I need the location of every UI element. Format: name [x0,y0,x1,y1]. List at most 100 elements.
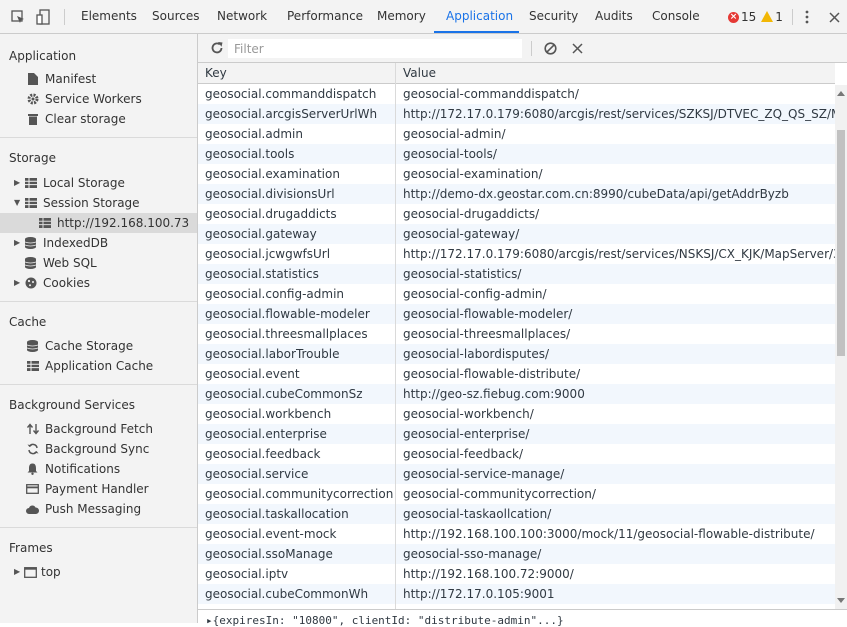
value-cell[interactable]: geosocial-admin/ [396,124,835,144]
key-cell[interactable]: geosocial.arcgisServerUrlWh [198,104,395,124]
table-row[interactable]: geosocial.iptv http://192.168.100.72:9000… [198,564,835,584]
table-row[interactable]: geosocial.cubeCommonSz http://geo-sz.fieb… [198,384,835,404]
key-cell[interactable]: geosocial.commanddispatch [198,84,395,104]
close-devtools-icon[interactable] [825,8,843,26]
scroll-down-arrow-icon[interactable] [837,598,845,603]
issues-counter[interactable]: × 15 1 [728,9,783,25]
value-cell[interactable]: geosocial-enterprise/ [396,424,835,444]
expand-arrow-icon[interactable]: ▶ [14,562,24,582]
table-row[interactable]: geosocial.communitycorrection geosocial-c… [198,484,835,504]
sidebar-item-background-sync[interactable]: Background Sync [26,439,149,459]
key-cell[interactable]: geosocial.feedback [198,444,395,464]
key-cell[interactable]: geosocial.tools [198,144,395,164]
value-cell[interactable]: geosocial-flowable-modeler/ [396,304,835,324]
column-header-value[interactable]: Value [396,63,835,84]
table-row[interactable]: geosocial.drugaddicts geosocial-drugaddic… [198,204,835,224]
key-cell[interactable]: geosocial.cubeCommonWh [198,584,395,604]
value-cell[interactable]: geosocial-drugaddicts/ [396,204,835,224]
table-row[interactable]: geosocial.jcwgwfsUrl http://172.17.0.179:… [198,244,835,264]
key-cell[interactable]: geosocial.gateway [198,224,395,244]
value-cell[interactable]: geosocial-config-admin/ [396,284,835,304]
value-cell[interactable]: geosocial-threesmallplaces/ [396,324,835,344]
key-cell[interactable]: geosocial.ssoManage [198,544,395,564]
table-row[interactable]: geosocial.arcgisServerUrlWh http://172.17… [198,104,835,124]
sidebar-item-push-messaging[interactable]: Push Messaging [26,499,141,519]
collapse-arrow-icon[interactable]: ▼ [14,193,24,213]
table-row[interactable]: geosocial.examination geosocial-examinati… [198,164,835,184]
value-cell[interactable]: geosocial-workbench/ [396,404,835,424]
table-row[interactable]: geosocial.event-mock http://192.168.100.1… [198,524,835,544]
key-cell[interactable]: geosocial.threesmallplaces [198,324,395,344]
sidebar-item-cache-storage[interactable]: Cache Storage [26,336,133,356]
value-cell[interactable]: geosocial-commanddispatch/ [396,84,835,104]
scroll-thumb[interactable] [837,130,845,356]
key-cell[interactable]: geosocial.flowable-modeler [198,304,395,324]
sidebar-item-background-fetch[interactable]: Background Fetch [26,419,153,439]
value-cell[interactable]: geosocial-labordisputes/ [396,344,835,364]
value-cell[interactable]: http://192.168.100.72:9000/ [396,564,835,584]
sidebar-item-application-cache[interactable]: Application Cache [26,356,153,376]
value-cell[interactable]: geosocial-statistics/ [396,264,835,284]
sidebar-item-manifest[interactable]: Manifest [26,69,96,89]
expand-arrow-icon[interactable]: ▶ [14,233,24,253]
expand-arrow-icon[interactable]: ▶ [14,173,24,193]
table-row[interactable]: geosocial.commanddispatch geosocial-comma… [198,84,835,104]
key-cell[interactable]: geosocial.taskallocation [198,504,395,524]
table-row[interactable]: geosocial.divisionsUrl http://demo-dx.geo… [198,184,835,204]
value-cell[interactable]: http://172.17.0.105:9001 [396,584,835,604]
sidebar-item-local-storage[interactable]: ▶ Local Storage [14,173,125,193]
sidebar-item-session-origin[interactable]: http://192.168.100.73 [38,213,189,233]
key-cell[interactable]: geosocial.service [198,464,395,484]
tab-memory[interactable]: Memory [377,0,426,33]
table-row[interactable]: geosocial.cubeCommonWh http://172.17.0.10… [198,584,835,604]
delete-selected-icon[interactable] [572,43,583,54]
tab-performance[interactable]: Performance [287,0,363,33]
value-cell[interactable]: geosocial-taskaollcation/ [396,504,835,524]
sidebar-item-clear-storage[interactable]: Clear storage [26,109,126,129]
key-cell[interactable]: geosocial.workbench [198,404,395,424]
table-row[interactable]: geosocial.flowable-modeler geosocial-flow… [198,304,835,324]
sidebar-item-session-storage[interactable]: ▼ Session Storage [14,193,140,213]
table-row[interactable]: geosocial.laborTrouble geosocial-labordis… [198,344,835,364]
clear-all-icon[interactable] [544,42,557,55]
value-cell[interactable]: geosocial-service-manage/ [396,464,835,484]
key-cell[interactable]: geosocial.statistics [198,264,395,284]
sidebar-item-service-workers[interactable]: Service Workers [26,89,142,109]
value-cell[interactable]: http://172.17.0.179:6080/arcgis/rest/ser… [396,104,835,124]
key-cell[interactable]: geosocial.config-admin [198,284,395,304]
table-row[interactable]: geosocial.ssoManage geosocial-sso-manage/ [198,544,835,564]
table-row[interactable]: geosocial.admin geosocial-admin/ [198,124,835,144]
value-cell[interactable]: geosocial-examination/ [396,164,835,184]
expand-arrow-icon[interactable]: ▶ [14,273,24,293]
key-cell[interactable]: geosocial.laborTrouble [198,344,395,364]
sidebar-item-indexeddb[interactable]: ▶ IndexedDB [14,233,108,253]
table-row[interactable]: geosocial.event geosocial-flowable-distri… [198,364,835,384]
table-row[interactable]: geosocial.enterprise geosocial-enterprise… [198,424,835,444]
table-row[interactable]: geosocial.tools geosocial-tools/ [198,144,835,164]
tab-network[interactable]: Network [217,0,267,33]
key-cell[interactable]: geosocial.event [198,364,395,384]
table-row[interactable]: geosocial.config-admin geosocial-config-a… [198,284,835,304]
table-row[interactable]: geosocial.taskallocation geosocial-taskao… [198,504,835,524]
sidebar-item-frame-top[interactable]: ▶ top [14,562,61,582]
key-cell[interactable]: geosocial.event-mock [198,524,395,544]
value-cell[interactable]: http://geo-sz.fiebug.com:9000 [396,384,835,404]
sidebar-item-cookies[interactable]: ▶ Cookies [14,273,90,293]
filter-input[interactable] [228,39,522,58]
table-row[interactable]: geosocial.gateway geosocial-gateway/ [198,224,835,244]
value-cell[interactable]: geosocial-gateway/ [396,224,835,244]
table-row[interactable]: geosocial.threesmallplaces geosocial-thre… [198,324,835,344]
key-cell[interactable]: geosocial.examination [198,164,395,184]
value-cell[interactable]: geosocial-flowable-distribute/ [396,364,835,384]
value-cell[interactable]: geosocial-communitycorrection/ [396,484,835,504]
tab-console[interactable]: Console [652,0,700,33]
table-row[interactable]: geosocial.service geosocial-service-manag… [198,464,835,484]
tab-application[interactable]: Application [446,0,513,33]
inspect-element-icon[interactable] [9,8,27,26]
sidebar-item-websql[interactable]: Web SQL [24,253,97,273]
tab-elements[interactable]: Elements [81,0,137,33]
table-row[interactable]: geosocial.workbench geosocial-workbench/ [198,404,835,424]
more-options-icon[interactable] [798,8,816,26]
scroll-up-arrow-icon[interactable] [837,91,845,96]
table-row[interactable]: geosocial.feedback geosocial-feedback/ [198,444,835,464]
